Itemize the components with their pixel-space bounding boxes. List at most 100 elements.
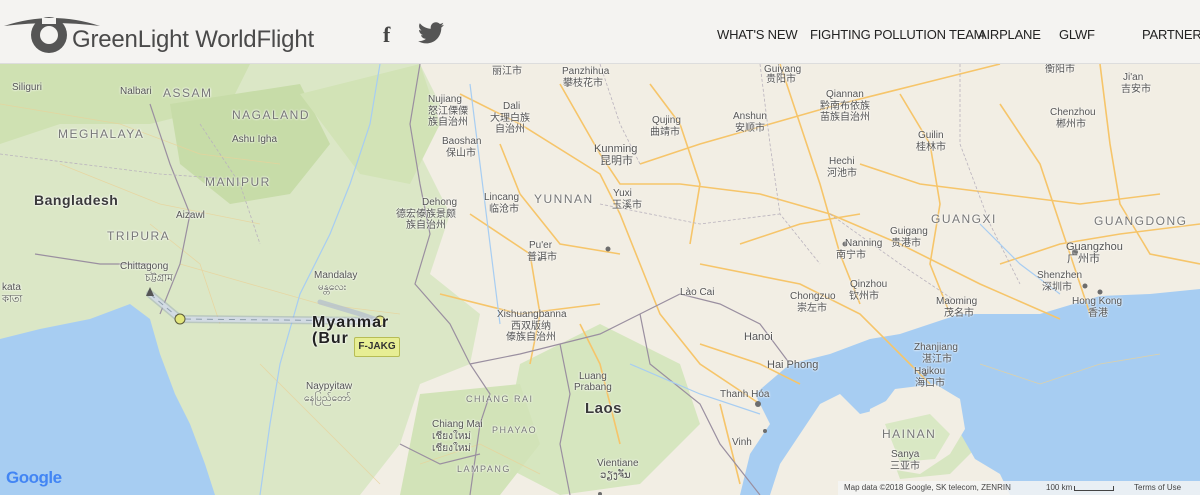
map-label-hengyang: 衡阳市 bbox=[1045, 64, 1075, 75]
facebook-icon[interactable]: f bbox=[383, 22, 390, 48]
map-label-kunming-local: 昆明市 bbox=[600, 155, 633, 167]
terms-of-use-link[interactable]: Terms of Use bbox=[1134, 481, 1181, 495]
map-label-hanoi: Hanoi bbox=[744, 331, 773, 343]
aircraft-tag[interactable]: F-JAKG bbox=[354, 337, 400, 357]
map-label-shenzhen: Shenzhen bbox=[1037, 270, 1083, 281]
map-label-baoshan: Baoshan bbox=[442, 136, 482, 147]
map-label-xishuangbanna: Xishuangbanna bbox=[497, 309, 567, 320]
map-label-dali: Dali bbox=[503, 101, 521, 112]
map-label-lampang: LAMPANG bbox=[457, 464, 511, 474]
map-label-myanmar: Myanmar bbox=[312, 314, 390, 331]
map-label-chittagong: Chittagong bbox=[120, 261, 169, 272]
map-label-mandalay-local: မန္တလေး bbox=[318, 282, 347, 293]
map-label-sanya: Sanya bbox=[891, 449, 920, 460]
map-label-nujiang: Nujiang bbox=[428, 94, 462, 105]
map-label-guangzhou-local: 广州市 bbox=[1067, 253, 1100, 265]
map-label-assam: ASSAM bbox=[163, 86, 213, 100]
map-label-kata-local: কাতা bbox=[2, 294, 23, 305]
map-label-guigang: Guigang bbox=[890, 226, 928, 237]
scale-label[interactable]: 100 km bbox=[1046, 481, 1072, 495]
google-logo-text: Google bbox=[6, 468, 62, 487]
map-attribution: Map data ©2018 Google, SK telecom, ZENRI… bbox=[844, 483, 1011, 492]
map-label-anshun-local: 安顺市 bbox=[735, 123, 765, 134]
map-label-lincang: Lincang bbox=[484, 192, 520, 203]
map-label-guilin: Guilin bbox=[918, 130, 944, 141]
map-label-qujing: Qujing bbox=[652, 115, 681, 126]
map-label-anshun: Anshun bbox=[733, 111, 767, 122]
map-label-chongzuo: Chongzuo bbox=[790, 291, 836, 302]
map-label-manipur: MANIPUR bbox=[205, 175, 271, 189]
nav-partners[interactable]: PARTNERS bbox=[1142, 27, 1200, 42]
brand-logo[interactable]: GreenLight WorldFlight bbox=[2, 4, 322, 60]
map-label-zhanjiang: Zhanjiang bbox=[914, 342, 958, 353]
map-attribution-bar: Map data ©2018 Google, SK telecom, ZENRI… bbox=[838, 481, 1200, 495]
map-label-chittagong-local: চট্টগ্রাম bbox=[145, 273, 173, 284]
map-label-panzhihua-local: 攀枝花市 bbox=[563, 78, 603, 89]
map-label-haikou-local: 海口市 bbox=[915, 378, 945, 389]
map-label-vientiane-local: ວຽງຈັນ bbox=[600, 470, 631, 481]
map-label-vinh: Vinh bbox=[732, 437, 752, 448]
map-label-baoshan-local: 保山市 bbox=[446, 148, 476, 159]
map-label-phayao: PHAYAO bbox=[492, 425, 538, 435]
map-label-lincang-local: 临沧市 bbox=[489, 204, 519, 215]
map-label-chongzuo-local: 崇左市 bbox=[797, 303, 827, 314]
map-label-guilin-local: 桂林市 bbox=[916, 142, 946, 153]
flight-map[interactable]: Siliguri Nalbari ASSAM MEGHALAYA NAGALAN… bbox=[0, 64, 1200, 495]
map-label-sanya-local: 三亚市 bbox=[890, 461, 920, 472]
map-label-qiannan-local: 黔南布依族 苗族自治州 bbox=[820, 101, 870, 123]
map-label-kunming: Kunming bbox=[594, 143, 638, 155]
map-label-hechi-local: 河池市 bbox=[827, 168, 857, 179]
map-label-siliguri: Siliguri bbox=[12, 82, 43, 93]
map-label-qiannan: Qiannan bbox=[826, 89, 864, 100]
nav-glwf[interactable]: GLWF bbox=[1059, 27, 1095, 42]
map-label-burma: (Bur bbox=[312, 330, 349, 347]
map-label-haikou: Haikou bbox=[914, 366, 946, 377]
nav-whats-new[interactable]: WHAT'S NEW bbox=[717, 27, 798, 42]
map-label-puer: Pu'er bbox=[529, 240, 553, 251]
brand-name: GreenLight WorldFlight bbox=[72, 26, 314, 53]
twitter-icon[interactable] bbox=[418, 22, 444, 44]
map-label-hainan: HAINAN bbox=[882, 427, 937, 441]
map-label-hong-kong-local: 香港 bbox=[1088, 308, 1108, 319]
map-label-hechi: Hechi bbox=[829, 156, 855, 167]
map-label-aizawl: Aizawl bbox=[176, 210, 205, 221]
map-label-laos: Laos bbox=[585, 400, 623, 417]
nav-fighting-pollution-team[interactable]: FIGHTING POLLUTION TEAM bbox=[810, 27, 984, 42]
map-label-nanning-local: 南宁市 bbox=[836, 250, 866, 261]
map-label-jian: Ji'an bbox=[1123, 72, 1144, 83]
map-label-lao-cai: Lào Cai bbox=[680, 287, 715, 298]
map-label-qinzhou: Qinzhou bbox=[850, 279, 888, 290]
scale-bar bbox=[1074, 486, 1114, 491]
map-label-dehong: Dehong bbox=[422, 197, 458, 208]
map-label-nalbari: Nalbari bbox=[120, 86, 152, 97]
map-label-hong-kong: Hong Kong bbox=[1072, 296, 1123, 307]
map-label-kata: kata bbox=[2, 282, 21, 293]
map-label-chiang-mai-local: เชียงใหม่ bbox=[432, 431, 472, 442]
map-label-mandalay: Mandalay bbox=[314, 270, 358, 281]
map-label-lijiang: 丽江市 bbox=[492, 66, 522, 77]
map-label-thanh-hoa: Thanh Hóa bbox=[720, 389, 770, 400]
google-logo[interactable]: Google bbox=[6, 468, 62, 488]
map-label-yuxi-local: 玉溪市 bbox=[612, 200, 642, 211]
map-label-meghalaya: MEGHALAYA bbox=[58, 127, 145, 141]
map-label-tripura: TRIPURA bbox=[107, 229, 171, 243]
map-label-yuxi: Yuxi bbox=[613, 188, 632, 199]
map-label-puer-local: 普洱市 bbox=[527, 252, 557, 263]
map-label-naypyitaw: Naypyitaw bbox=[306, 381, 353, 392]
map-label-maoming: Maoming bbox=[936, 296, 978, 307]
map-label-luang-prabang: Luang Prabang bbox=[574, 371, 612, 393]
map-label-chiang-rai: CHIANG RAI bbox=[466, 394, 534, 404]
map-label-dali-local: 大理白族 自治州 bbox=[490, 113, 530, 135]
map-label-vientiane: Vientiane bbox=[597, 458, 639, 469]
nav-airplane[interactable]: AIRPLANE bbox=[978, 27, 1041, 42]
map-label-chiang-mai: Chiang Mai bbox=[432, 419, 483, 430]
map-label-dehong-local: 德宏傣族景颇 族自治州 bbox=[396, 209, 456, 231]
site-header: GreenLight WorldFlight f WHAT'S NEW FIGH… bbox=[0, 0, 1200, 64]
map-label-guiyang-local: 贵阳市 bbox=[766, 74, 796, 85]
map-label-zhanjiang-local: 湛江市 bbox=[922, 354, 952, 365]
map-label-panzhihua: Panzhihua bbox=[562, 66, 610, 77]
map-base-layer bbox=[0, 64, 1200, 495]
map-label-nanning: Nanning bbox=[845, 238, 883, 249]
map-label-jian-local: 吉安市 bbox=[1121, 84, 1151, 95]
map-label-nujiang-local: 怒江傈僳 族自治州 bbox=[428, 106, 468, 128]
